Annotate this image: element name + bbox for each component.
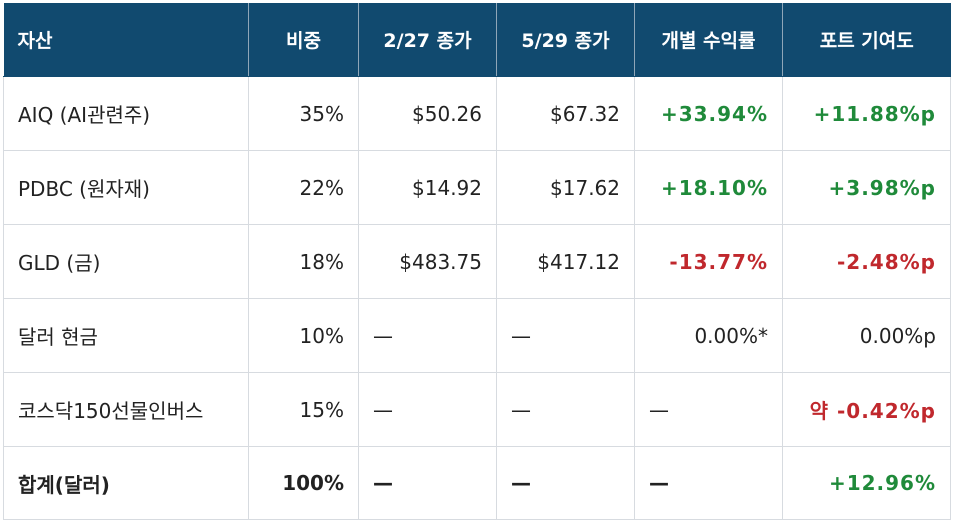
cell-contribution: +11.88%p bbox=[782, 76, 951, 151]
table-row: GLD (금) 18% $483.75 $417.12 -13.77% -2.4… bbox=[3, 224, 951, 299]
cell-close-0529: $67.32 bbox=[496, 76, 635, 151]
table-row: 달러 현금 10% — — 0.00%* 0.00%p bbox=[3, 298, 951, 373]
cell-close-0227: — bbox=[358, 372, 497, 447]
cell-asset: GLD (금) bbox=[3, 224, 249, 299]
portfolio-table: 자산 비중 2/27 종가 5/29 종가 개별 수익률 포트 기여도 AIQ … bbox=[3, 3, 951, 520]
cell-close-0529: $17.62 bbox=[496, 150, 635, 225]
cell-close-0529: — bbox=[496, 372, 635, 447]
cell-weight: 100% bbox=[248, 446, 359, 520]
cell-asset: 코스닥150선물인버스 bbox=[3, 372, 249, 447]
table-header-row: 자산 비중 2/27 종가 5/29 종가 개별 수익률 포트 기여도 bbox=[3, 3, 951, 77]
cell-contribution: 0.00%p bbox=[782, 298, 951, 373]
header-close-0529: 5/29 종가 bbox=[496, 3, 635, 77]
cell-weight: 15% bbox=[248, 372, 359, 447]
cell-return: — bbox=[634, 446, 783, 520]
cell-contribution: -2.48%p bbox=[782, 224, 951, 299]
header-close-0227: 2/27 종가 bbox=[358, 3, 497, 77]
cell-close-0227: $50.26 bbox=[358, 76, 497, 151]
cell-close-0529: — bbox=[496, 298, 635, 373]
cell-return: +18.10% bbox=[634, 150, 783, 225]
cell-return: -13.77% bbox=[634, 224, 783, 299]
cell-close-0529: $417.12 bbox=[496, 224, 635, 299]
cell-return: — bbox=[634, 372, 783, 447]
cell-weight: 10% bbox=[248, 298, 359, 373]
header-return: 개별 수익률 bbox=[634, 3, 783, 77]
cell-asset: PDBC (원자재) bbox=[3, 150, 249, 225]
cell-return: 0.00%* bbox=[634, 298, 783, 373]
table-row: 코스닥150선물인버스 15% — — — 약 -0.42%p bbox=[3, 372, 951, 447]
header-weight: 비중 bbox=[248, 3, 359, 77]
header-contribution: 포트 기여도 bbox=[782, 3, 951, 77]
cell-close-0227: — bbox=[358, 446, 497, 520]
table-total-row: 합계(달러) 100% — — — +12.96% bbox=[3, 446, 951, 520]
cell-asset: 합계(달러) bbox=[3, 446, 249, 520]
portfolio-table-container: 자산 비중 2/27 종가 5/29 종가 개별 수익률 포트 기여도 AIQ … bbox=[3, 3, 951, 524]
cell-weight: 18% bbox=[248, 224, 359, 299]
cell-return: +33.94% bbox=[634, 76, 783, 151]
cell-asset: AIQ (AI관련주) bbox=[3, 76, 249, 151]
table-row: PDBC (원자재) 22% $14.92 $17.62 +18.10% +3.… bbox=[3, 150, 951, 225]
cell-weight: 35% bbox=[248, 76, 359, 151]
cell-close-0529: — bbox=[496, 446, 635, 520]
cell-contribution: +3.98%p bbox=[782, 150, 951, 225]
cell-contribution: +12.96% bbox=[782, 446, 951, 520]
cell-close-0227: — bbox=[358, 298, 497, 373]
cell-contribution: 약 -0.42%p bbox=[782, 372, 951, 447]
cell-asset: 달러 현금 bbox=[3, 298, 249, 373]
cell-weight: 22% bbox=[248, 150, 359, 225]
cell-close-0227: $14.92 bbox=[358, 150, 497, 225]
header-asset: 자산 bbox=[3, 3, 249, 77]
cell-close-0227: $483.75 bbox=[358, 224, 497, 299]
table-row: AIQ (AI관련주) 35% $50.26 $67.32 +33.94% +1… bbox=[3, 76, 951, 151]
